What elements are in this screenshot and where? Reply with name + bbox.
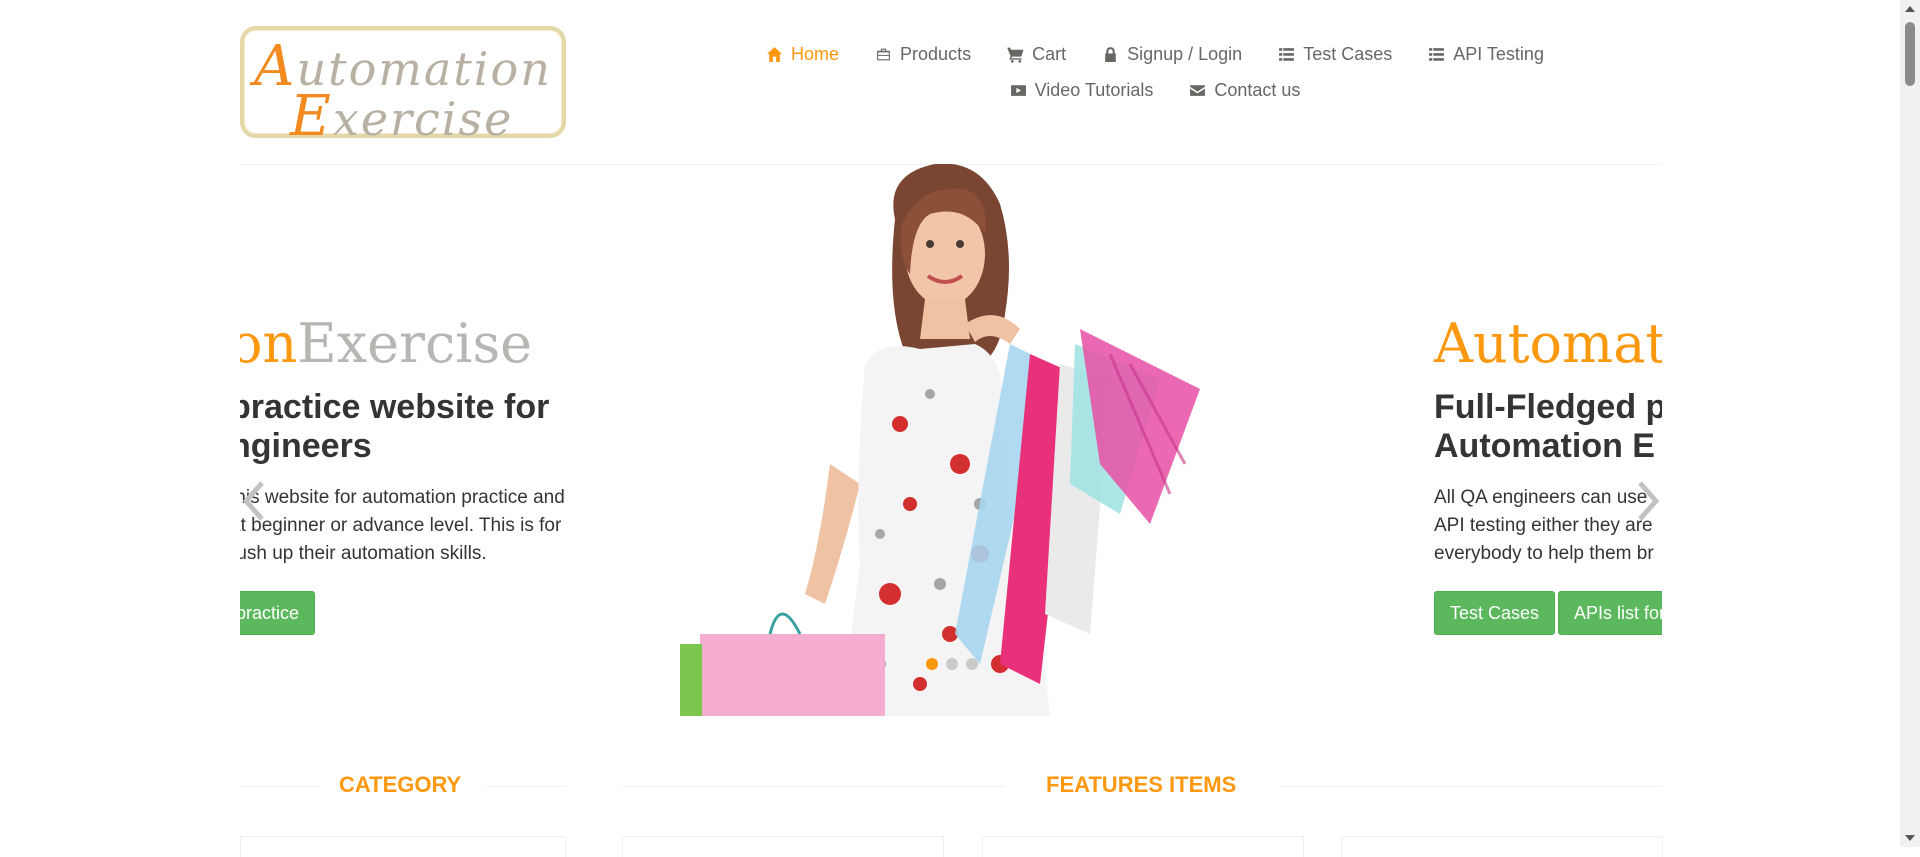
- category-heading: CATEGORY: [240, 770, 566, 800]
- slide-text-right: Automati Full-Fledged p Automation E All …: [1434, 314, 1662, 568]
- slide-brand: onExercise: [240, 312, 533, 375]
- hero-girl-image: [680, 164, 1200, 716]
- slide-text-left: onExercise practice website for ngineers …: [240, 314, 670, 568]
- nav-products[interactable]: Products: [875, 44, 971, 65]
- page-scrollbar[interactable]: [1900, 0, 1920, 847]
- carousel-dot-3[interactable]: [966, 658, 978, 670]
- chevron-right-icon[interactable]: [1636, 479, 1662, 523]
- scroll-thumb[interactable]: [1905, 22, 1915, 86]
- nav-cart[interactable]: Cart: [1007, 44, 1066, 65]
- slide-description: this website for automation practice and…: [240, 487, 565, 564]
- cart-icon: [1007, 47, 1024, 63]
- slide-description-right: All QA engineers can use API testing eith…: [1434, 487, 1654, 564]
- list-icon: [1429, 47, 1445, 61]
- slide-brand-right: Automati: [1434, 312, 1662, 375]
- nav-video-tutorials[interactable]: Video Tutorials: [1010, 80, 1153, 101]
- logo-line-2: Exercise: [290, 84, 514, 149]
- slide-heading-right: Full-Fledged p Automation E: [1434, 388, 1662, 465]
- test-cases-button[interactable]: Test Cases: [1434, 591, 1556, 635]
- scroll-up-icon[interactable]: [1905, 6, 1915, 12]
- site-logo[interactable]: Automation Exercise: [240, 26, 566, 149]
- envelope-icon: [1190, 84, 1206, 96]
- lock-icon: [1105, 46, 1116, 62]
- home-icon: [767, 46, 782, 62]
- features-items-heading: FEATURES ITEMS: [622, 770, 1662, 800]
- slide-heading: practice website for ngineers: [240, 388, 550, 465]
- list-icon: [1279, 47, 1295, 61]
- hero-carousel: onExercise practice website for ngineers …: [240, 164, 1662, 716]
- carousel-indicators: [926, 658, 978, 670]
- chevron-left-icon[interactable]: [240, 479, 266, 523]
- carousel-dot-1[interactable]: [926, 658, 938, 670]
- nav-api-testing[interactable]: API Testing: [1428, 44, 1544, 65]
- briefcase-icon: [877, 48, 890, 60]
- scroll-down-icon[interactable]: [1905, 835, 1915, 841]
- nav-signup-login[interactable]: Signup / Login: [1102, 44, 1242, 65]
- nav-test-cases[interactable]: Test Cases: [1278, 44, 1392, 65]
- test-cases-practice-button[interactable]: practice: [240, 591, 316, 635]
- nav-home[interactable]: Home: [766, 44, 839, 65]
- carousel-dot-2[interactable]: [946, 658, 958, 670]
- youtube-play-icon: [1010, 84, 1026, 96]
- nav-contact-us[interactable]: Contact us: [1189, 80, 1300, 101]
- main-nav: Home Products Cart Signup / Login Test C…: [730, 36, 1580, 108]
- apis-list-button[interactable]: APIs list for: [1558, 591, 1662, 635]
